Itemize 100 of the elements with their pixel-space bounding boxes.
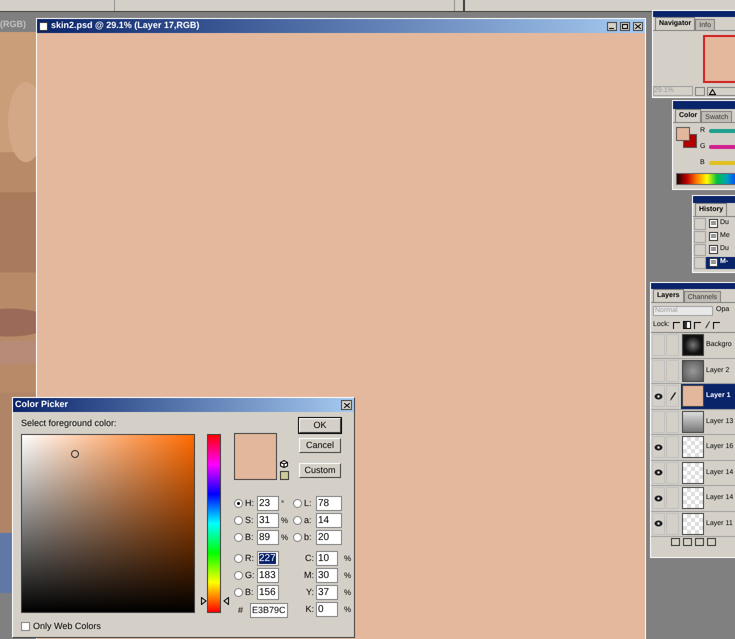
unit-label: %: [281, 514, 289, 526]
unit-label: °: [281, 498, 286, 510]
foreground-swatch[interactable]: [676, 127, 690, 141]
unit-label: %: [344, 604, 352, 616]
document-icon: [709, 245, 718, 254]
field-label: B:: [245, 586, 255, 599]
color-marker[interactable]: [71, 450, 80, 458]
eye-icon[interactable]: [654, 444, 663, 451]
radio-button[interactable]: [234, 516, 243, 525]
number-field[interactable]: 14: [316, 513, 342, 528]
close-icon[interactable]: [633, 22, 643, 30]
radio-button[interactable]: [234, 499, 243, 508]
number-field[interactable]: 89: [257, 530, 279, 545]
brush-icon: [704, 321, 710, 329]
document-icon: [709, 232, 718, 241]
color-ramp[interactable]: [676, 173, 735, 185]
visibility-toggle[interactable]: [652, 334, 665, 356]
radio-button[interactable]: [234, 533, 243, 542]
prompt-label: Select foreground color:: [21, 417, 118, 430]
visibility-toggle[interactable]: [652, 385, 665, 408]
number-field[interactable]: 183: [257, 568, 279, 583]
number-field[interactable]: 156: [257, 585, 279, 600]
hex-label: #: [238, 604, 244, 617]
unit-label: %: [344, 586, 352, 598]
radio-button[interactable]: [293, 499, 302, 508]
field-label: Y:: [304, 586, 314, 599]
window-title: skin2.psd @ 29.1% (Layer 17,RGB): [51, 19, 200, 32]
number-field[interactable]: 10: [316, 551, 338, 566]
layer-thumbnail: [682, 410, 704, 433]
visibility-toggle[interactable]: [652, 512, 665, 535]
field-label: L:: [304, 496, 313, 510]
layer-thumbnail: [682, 487, 704, 510]
snapshot-checkbox[interactable]: [694, 230, 706, 242]
unit-label: %: [281, 532, 289, 544]
number-field[interactable]: 0: [316, 602, 338, 617]
lock-checkbox[interactable]: [694, 322, 701, 328]
minimize-icon[interactable]: [607, 22, 617, 30]
dialog-button[interactable]: Custom: [299, 463, 341, 478]
radio-button[interactable]: [293, 533, 302, 542]
snapshot-checkbox[interactable]: [694, 218, 706, 230]
checkbox[interactable]: [21, 622, 30, 631]
field-label: R:: [245, 552, 255, 565]
eye-icon[interactable]: [654, 520, 663, 528]
unit-label: %: [344, 570, 352, 582]
maximize-icon[interactable]: [620, 22, 630, 30]
layer-thumbnail: [682, 462, 704, 484]
link-toggle[interactable]: [666, 462, 679, 484]
visibility-toggle[interactable]: [652, 360, 665, 382]
layer-thumbnail: [682, 436, 704, 458]
eye-icon[interactable]: [654, 494, 663, 502]
link-toggle[interactable]: [666, 410, 679, 433]
layer-thumbnail: [682, 385, 704, 408]
link-toggle[interactable]: [666, 487, 679, 510]
unit-label: %: [344, 552, 352, 564]
number-field[interactable]: 78: [316, 496, 342, 511]
number-field[interactable]: 23: [257, 496, 279, 511]
dialog-button[interactable]: Cancel: [299, 438, 341, 453]
link-toggle[interactable]: [666, 385, 679, 408]
web-safe-swatch[interactable]: [280, 471, 289, 480]
number-field[interactable]: 30: [316, 568, 338, 583]
field-label: C:: [304, 552, 314, 565]
link-toggle[interactable]: [666, 334, 679, 356]
number-field[interactable]: 31: [257, 513, 279, 528]
link-toggle[interactable]: [666, 360, 679, 382]
dialog-title: Color Picker: [15, 398, 70, 412]
dialog-button[interactable]: OK: [299, 418, 341, 433]
visibility-toggle[interactable]: [652, 487, 665, 510]
number-field[interactable]: 227: [257, 551, 279, 566]
link-toggle[interactable]: [666, 436, 679, 458]
visibility-toggle[interactable]: [652, 410, 665, 433]
radio-button[interactable]: [234, 554, 243, 563]
hex-field[interactable]: E3B79C: [250, 603, 288, 618]
radio-button[interactable]: [234, 588, 243, 597]
lock-checkbox[interactable]: [672, 322, 680, 328]
radio-button[interactable]: [293, 516, 302, 525]
link-toggle[interactable]: [666, 512, 679, 535]
lock-checkbox[interactable]: [712, 322, 720, 328]
visibility-toggle[interactable]: [652, 436, 665, 458]
color-field[interactable]: [21, 434, 195, 612]
number-field[interactable]: 20: [316, 530, 342, 545]
radio-button[interactable]: [234, 571, 243, 580]
number-field[interactable]: 37: [316, 585, 338, 600]
eye-icon[interactable]: [654, 469, 663, 476]
field-label: G:: [245, 568, 255, 582]
hue-pointer-icon[interactable]: [200, 597, 229, 606]
document-icon: [709, 258, 718, 267]
layer-thumbnail: [682, 512, 704, 535]
eye-icon[interactable]: [654, 392, 663, 400]
field-label: K:: [304, 602, 314, 616]
checkbox-label: Only Web Colors: [33, 620, 101, 633]
snapshot-checkbox[interactable]: [694, 256, 706, 268]
close-button[interactable]: [341, 400, 352, 410]
field-label: B:: [245, 530, 255, 544]
cube-icon[interactable]: [280, 460, 288, 468]
field-label: H:: [245, 496, 255, 510]
snapshot-checkbox[interactable]: [694, 244, 706, 256]
close-icon: [344, 402, 350, 408]
visibility-toggle[interactable]: [652, 462, 665, 484]
slider-thumb-icon[interactable]: [708, 88, 716, 94]
layer-thumbnail: [682, 360, 704, 382]
